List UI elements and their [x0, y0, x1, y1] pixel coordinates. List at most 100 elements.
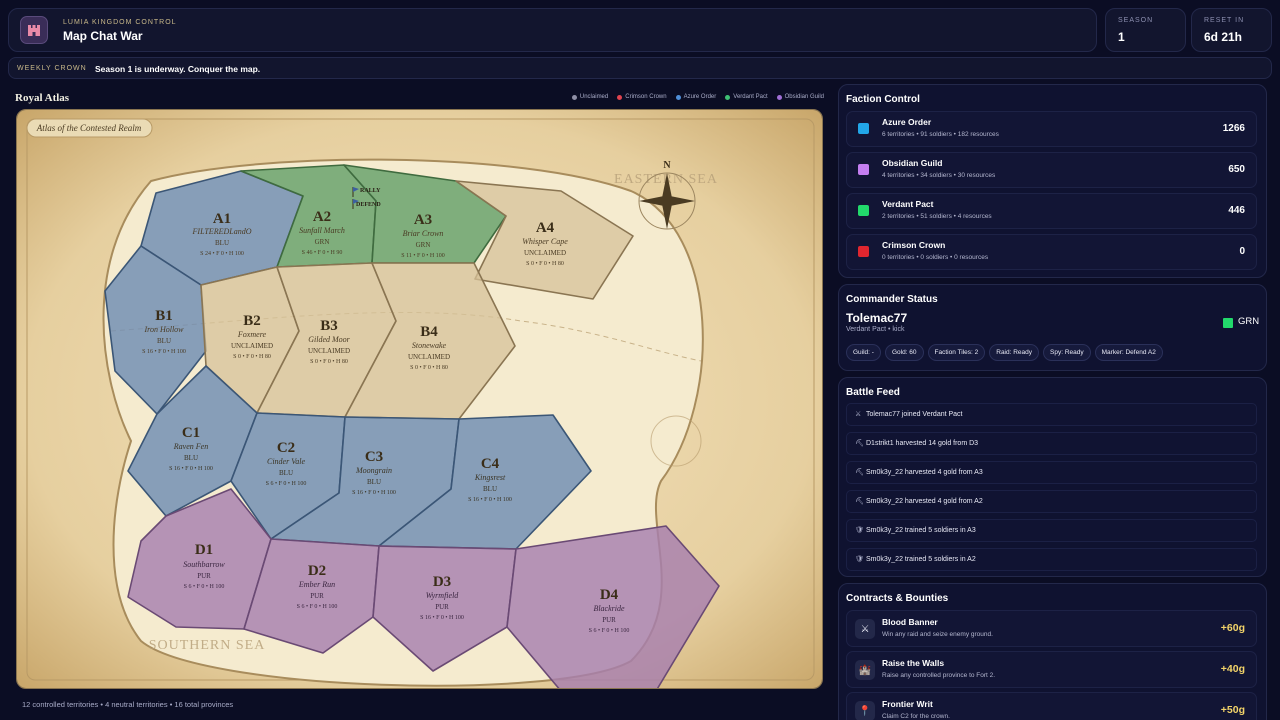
contract-row[interactable]: 🏰 Raise the Walls Raise any controlled p…: [846, 651, 1257, 688]
commander-subtitle: Verdant Pact • kick: [846, 326, 905, 333]
reset-value: 6d 21h: [1204, 30, 1243, 44]
chip-gold: Gold: 60: [884, 344, 924, 361]
territory-b3-owner: UNCLAIMED: [308, 347, 350, 355]
contract-name: Frontier Writ: [882, 699, 933, 709]
territory-a4-owner: UNCLAIMED: [524, 249, 566, 257]
territory-c3-owner: BLU: [367, 478, 381, 486]
contract-desc: Win any raid and seize enemy ground.: [882, 631, 993, 638]
territory-a3-stats: S 11 • F 0 • H 100: [401, 253, 445, 259]
faction-color-swatch: [858, 205, 869, 216]
legend-obsidian: Obsidian Guild: [776, 94, 824, 100]
legend-verdant: Verdant Pact: [725, 94, 768, 100]
territory-d3-code: D3: [433, 574, 451, 590]
legend-dot-icon: [725, 94, 731, 100]
territory-c1-name: Raven Fen: [173, 442, 208, 451]
legend-crimson: Crimson Crown: [617, 94, 667, 100]
chip-guild: Guild: -: [846, 344, 881, 361]
faction-score: 650: [1228, 164, 1245, 175]
faction-score: 1266: [1222, 123, 1245, 134]
shield-icon: 🛡: [855, 527, 864, 534]
feed-item: ⚔ Tolemac77 joined Verdant Pact: [846, 403, 1257, 426]
app-subtitle: LUMIA KINGDOM CONTROL: [63, 19, 177, 26]
territory-c3-name: Moongrain: [355, 466, 392, 475]
territory-d2-stats: S 6 • F 0 • H 100: [297, 604, 338, 610]
castle-logo-icon: [20, 16, 48, 44]
territory-b1-stats: S 16 • F 0 • H 100: [142, 349, 186, 355]
feed-item: ⛏ Sm0k3y_22 harvested 4 gold from A3: [846, 461, 1257, 484]
battle-feed-title: Battle Feed: [846, 387, 900, 398]
territory-d4-name: Blackride: [593, 604, 625, 613]
feed-item: ⛏ D1strikt1 harvested 14 gold from D3: [846, 432, 1257, 455]
territory-a1-name: FILTEREDLandO: [192, 227, 252, 236]
season-value: 1: [1118, 30, 1125, 44]
territory-c3-stats: S 16 • F 0 • H 100: [352, 490, 396, 496]
territory-c2-code: C2: [277, 440, 295, 456]
faction-control-panel: Faction Control Azure Order 6 territorie…: [838, 84, 1267, 278]
faction-color-swatch: [858, 123, 869, 134]
territory-a1-owner: BLU: [215, 239, 229, 247]
feed-text: Sm0k3y_22 trained 5 soldiers in A2: [866, 556, 976, 563]
contract-row[interactable]: ⚔ Blood Banner Win any raid and seize en…: [846, 610, 1257, 647]
territory-b3-name: Gilded Moor: [308, 335, 350, 344]
faction-row-azure[interactable]: Azure Order 6 territories • 91 soldiers …: [846, 111, 1257, 147]
banner-tag: WEEKLY CROWN: [17, 65, 87, 72]
commander-chips: Guild: - Gold: 60 Faction Tiles: 2 Raid:…: [846, 344, 1163, 361]
territory-c2-name: Cinder Vale: [267, 457, 305, 466]
faction-row-obsidian[interactable]: Obsidian Guild 4 territories • 34 soldie…: [846, 152, 1257, 188]
territory-b2-code: B2: [243, 313, 261, 329]
faction-row-verdant[interactable]: Verdant Pact 2 territories • 51 soldiers…: [846, 193, 1257, 229]
territory-d4-code: D4: [600, 587, 619, 603]
battle-feed-panel: Battle Feed ⚔ Tolemac77 joined Verdant P…: [838, 377, 1267, 577]
faction-row-crimson[interactable]: Crimson Crown 0 territories • 0 soldiers…: [846, 234, 1257, 270]
territory-d4-stats: S 6 • F 0 • H 100: [589, 628, 630, 634]
territory-d3-owner: PUR: [435, 603, 449, 611]
faction-color-swatch: [1223, 318, 1233, 328]
territory-b2-stats: S 0 • F 0 • H 80: [233, 354, 271, 360]
header-bar: LUMIA KINGDOM CONTROL Map Chat War: [8, 8, 1097, 52]
faction-name: Azure Order: [882, 117, 932, 127]
contract-row[interactable]: 📍 Frontier Writ Claim C2 for the crown. …: [846, 692, 1257, 720]
contract-reward: +60g: [1220, 622, 1245, 634]
crossed-swords-icon: ⚔: [855, 619, 875, 639]
territory-d4-owner: PUR: [602, 616, 616, 624]
commander-faction-tag: GRN: [1238, 316, 1260, 327]
territory-d1-owner: PUR: [197, 572, 211, 580]
territory-d3-stats: S 16 • F 0 • H 100: [420, 615, 464, 621]
territory-b4-name: Stonewake: [412, 341, 447, 350]
territory-a1-code: A1: [213, 211, 231, 227]
territory-a2-code: A2: [313, 209, 331, 225]
territory-b1-code: B1: [155, 308, 173, 324]
app-title: Map Chat War: [63, 29, 143, 43]
contract-desc: Claim C2 for the crown.: [882, 713, 950, 720]
pickaxe-icon: ⛏: [855, 440, 864, 447]
faction-score: 446: [1228, 205, 1245, 216]
faction-panel-title: Faction Control: [846, 94, 920, 105]
contract-reward: +40g: [1220, 663, 1245, 675]
southern-sea-label: SOUTHERN SEA: [149, 638, 266, 653]
territory-a3-code: A3: [414, 212, 432, 228]
atlas-map[interactable]: Atlas of the Contested Realm EASTERN SEA…: [16, 109, 823, 689]
chip-raid[interactable]: Raid: Ready: [989, 344, 1040, 361]
pickaxe-icon: ⛏: [855, 469, 864, 476]
faction-desc: 2 territories • 51 soldiers • 4 resource…: [882, 213, 992, 220]
legend-dot-icon: [776, 94, 782, 100]
map-legend: Unclaimed Crimson Crown Azure Order Verd…: [571, 94, 824, 100]
territory-a3-owner: GRN: [416, 241, 431, 249]
chip-spy[interactable]: Spy: Ready: [1043, 344, 1091, 361]
feed-item: 🛡 Sm0k3y_22 trained 5 soldiers in A2: [846, 548, 1257, 571]
contract-name: Blood Banner: [882, 617, 938, 627]
legend-dot-icon: [675, 94, 681, 100]
contract-desc: Raise any controlled province to Fort 2.: [882, 672, 996, 679]
feed-text: Sm0k3y_22 harvested 4 gold from A3: [866, 469, 983, 476]
feed-item: 🛡 Sm0k3y_22 trained 5 soldiers in A3: [846, 519, 1257, 542]
season-box: SEASON 1: [1105, 8, 1186, 52]
territory-d1-stats: S 6 • F 0 • H 100: [184, 584, 225, 590]
weekly-crown-banner: WEEKLY CROWN Season 1 is underway. Conqu…: [8, 57, 1272, 79]
territory-b4-code: B4: [420, 324, 438, 340]
commander-panel-title: Commander Status: [846, 294, 938, 305]
faction-color-swatch: [858, 246, 869, 257]
territory-c4-stats: S 16 • F 0 • H 100: [468, 497, 512, 503]
territory-d1-code: D1: [195, 542, 213, 558]
defend-label: DEFEND: [356, 202, 381, 208]
map-pin-icon: 📍: [855, 701, 875, 720]
